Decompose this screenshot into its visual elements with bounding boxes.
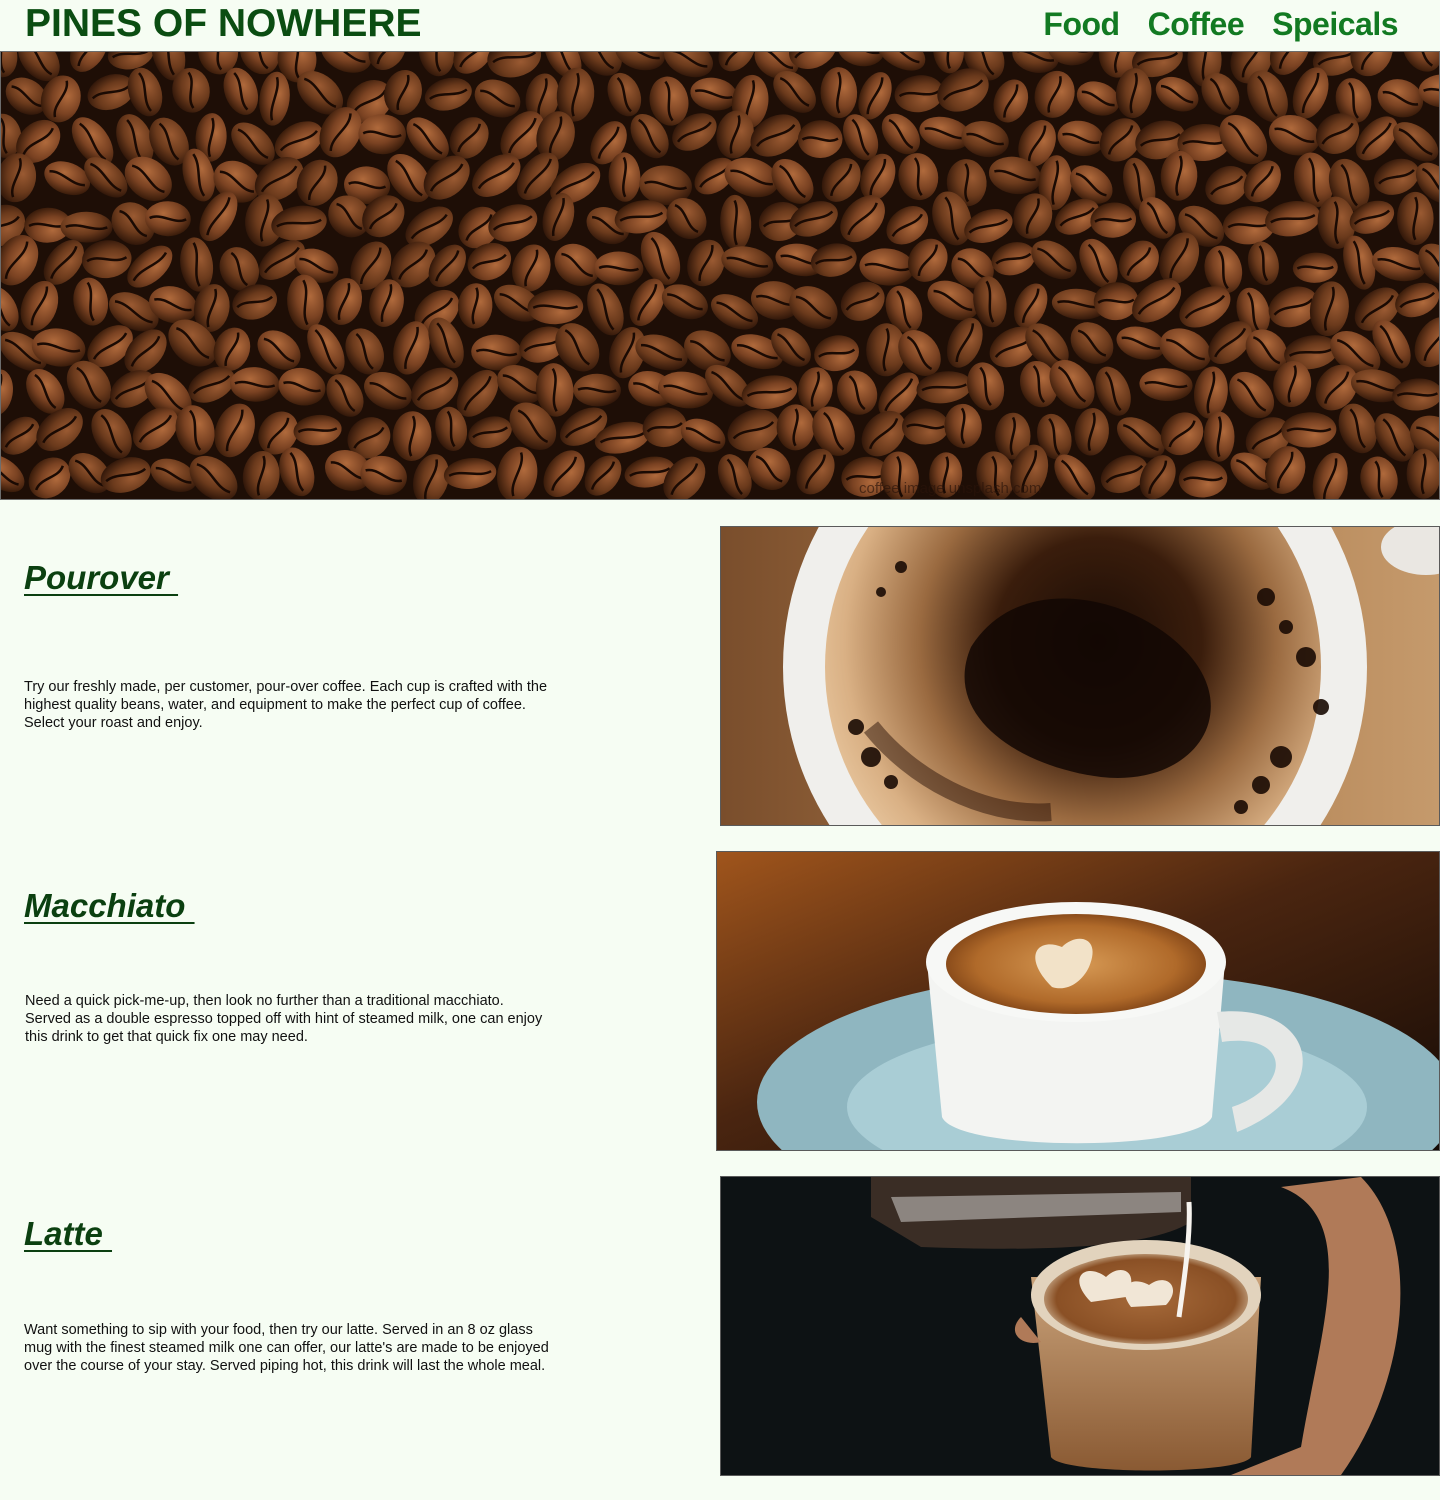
- nav-link-specials[interactable]: Speicals: [1272, 4, 1398, 44]
- nav-link-coffee[interactable]: Coffee: [1148, 4, 1245, 44]
- macchiato-photo: [716, 851, 1440, 1151]
- nav-link-food[interactable]: Food: [1043, 4, 1120, 44]
- section-title-latte: Latte: [24, 1215, 113, 1252]
- coffee-beans-illustration: [1, 52, 1439, 499]
- site-logo[interactable]: PINES OF NOWHERE: [25, 1, 422, 47]
- section-title-macchiato: Macchiato: [24, 887, 195, 924]
- section-text-macchiato: Need a quick pick-me-up, then look no fu…: [25, 993, 543, 1045]
- section-title-pourover: Pourover: [24, 559, 179, 596]
- site-header: PINES OF NOWHERE Food Coffee Speicals: [0, 0, 1440, 50]
- section-text-pourover: Try our freshly made, per customer, pour…: [24, 679, 548, 731]
- hero-image-caption: coffee image unsplash.com: [859, 480, 1042, 497]
- section-text-latte: Want something to sip with your food, th…: [24, 1322, 549, 1374]
- pourover-photo: [720, 526, 1440, 826]
- hero-coffee-beans-image: coffee image unsplash.com: [0, 51, 1440, 500]
- main-nav: Food Coffee Speicals: [1015, 4, 1398, 44]
- latte-photo: [720, 1176, 1440, 1476]
